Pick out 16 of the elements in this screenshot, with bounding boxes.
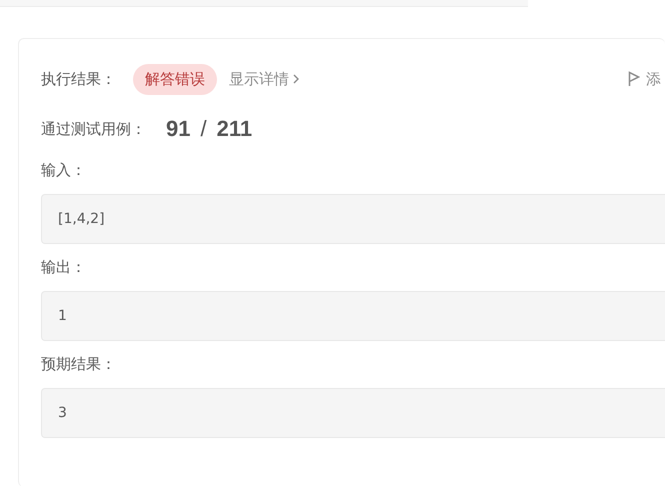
field-label: 输入： [41, 161, 87, 180]
count-separator: / [200, 116, 207, 142]
field-value: [1,4,2] [58, 211, 105, 227]
verdict-badge: 解答错误 [133, 64, 217, 94]
passed-count: 91 [166, 116, 190, 142]
flag-icon [628, 71, 640, 87]
total-count: 211 [216, 116, 252, 142]
add-test-case-link[interactable]: 添 [628, 70, 661, 88]
field-label: 输出： [41, 258, 87, 277]
field-value: 3 [58, 405, 67, 421]
show-details-link[interactable]: 显示详情 [229, 70, 299, 88]
field-label: 预期结果： [41, 355, 117, 374]
passed-cases-label: 通过测试用例： [41, 120, 146, 138]
chevron-right-icon [293, 74, 299, 84]
field-value: 1 [58, 308, 67, 324]
result-label: 执行结果： [41, 70, 116, 88]
